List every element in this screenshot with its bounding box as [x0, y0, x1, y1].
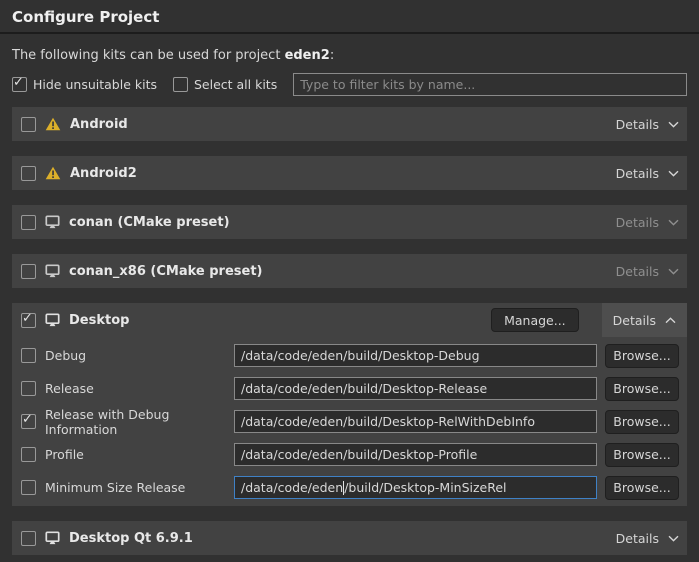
config-checkbox[interactable]	[21, 447, 36, 462]
hide-unsuitable-kits-checkbox[interactable]	[12, 77, 27, 92]
chevron-down-icon	[668, 535, 679, 542]
config-row-minsizerel: Minimum Size Release /data/code/eden/bui…	[21, 475, 679, 500]
kit-row-desktop-qt: Desktop Qt 6.9.1 Details	[12, 521, 687, 555]
browse-button[interactable]: Browse...	[605, 476, 679, 500]
details-button: Details	[616, 215, 679, 230]
warning-icon	[45, 166, 61, 180]
select-all-kits-checkbox[interactable]	[173, 77, 188, 92]
build-path-input[interactable]: /data/code/eden/build/Desktop-RelWithDeb…	[234, 410, 597, 433]
hide-unsuitable-kits-option[interactable]: Hide unsuitable kits	[12, 77, 157, 92]
config-label: Profile	[45, 447, 84, 462]
kit-row-android: Android Details	[12, 107, 687, 141]
chevron-down-icon	[668, 121, 679, 128]
details-button[interactable]: Details	[602, 303, 687, 337]
kit-list: Android Details Android2 Details c	[12, 107, 687, 555]
kit-name: Desktop Qt 6.9.1	[69, 531, 193, 546]
desktop-icon	[45, 313, 60, 327]
kit-name: Desktop	[69, 313, 129, 328]
kit-checkbox[interactable]	[21, 531, 36, 546]
intro-text: The following kits can be used for proje…	[12, 48, 687, 63]
details-label: Details	[616, 117, 659, 132]
details-label: Details	[616, 166, 659, 181]
manage-button[interactable]: Manage...	[491, 308, 579, 332]
browse-button[interactable]: Browse...	[605, 410, 679, 434]
config-row-relwithdebinfo: Release with Debug Information /data/cod…	[21, 409, 679, 434]
kit-filter-input[interactable]	[293, 73, 687, 96]
page-header: Configure Project	[0, 0, 699, 34]
browse-button[interactable]: Browse...	[605, 443, 679, 467]
page-title: Configure Project	[0, 0, 699, 32]
desktop-icon	[45, 264, 60, 278]
config-label: Debug	[45, 348, 86, 363]
config-row-release: Release /data/code/eden/build/Desktop-Re…	[21, 376, 679, 401]
warning-icon	[45, 117, 61, 131]
content: The following kits can be used for proje…	[0, 48, 699, 555]
config-label: Release	[45, 381, 94, 396]
build-config-list: Debug /data/code/eden/build/Desktop-Debu…	[12, 337, 687, 500]
details-label: Details	[616, 264, 659, 279]
chevron-down-icon	[668, 170, 679, 177]
chevron-down-icon	[668, 268, 679, 275]
kit-row-desktop: Desktop Manage... Details Debug /data/co…	[12, 303, 687, 506]
build-path-input[interactable]: /data/code/eden/build/Desktop-Debug	[234, 344, 597, 367]
kit-header: Desktop Manage... Details	[12, 303, 687, 337]
kit-row-conan: conan (CMake preset) Details	[12, 205, 687, 239]
details-button[interactable]: Details	[616, 531, 679, 546]
kit-name: conan (CMake preset)	[69, 215, 230, 230]
config-label: Minimum Size Release	[45, 480, 185, 495]
select-all-kits-label: Select all kits	[194, 77, 277, 92]
hide-unsuitable-kits-label: Hide unsuitable kits	[33, 77, 157, 92]
kit-checkbox[interactable]	[21, 117, 36, 132]
config-checkbox[interactable]	[21, 381, 36, 396]
project-name: eden2	[285, 48, 330, 63]
kit-checkbox[interactable]	[21, 264, 36, 279]
chevron-down-icon	[668, 219, 679, 226]
kit-name: conan_x86 (CMake preset)	[69, 264, 263, 279]
config-label: Release with Debug Information	[45, 407, 234, 437]
kit-name: Android	[70, 117, 128, 132]
details-label: Details	[613, 313, 656, 328]
build-path-input-focused[interactable]: /data/code/eden/build/Desktop-MinSizeRel	[234, 476, 597, 499]
config-checkbox[interactable]	[21, 348, 36, 363]
kit-name: Android2	[70, 166, 137, 181]
build-path-input[interactable]: /data/code/eden/build/Desktop-Release	[234, 377, 597, 400]
kit-checkbox[interactable]	[21, 215, 36, 230]
kit-checkbox[interactable]	[21, 166, 36, 181]
select-all-kits-option[interactable]: Select all kits	[173, 77, 277, 92]
build-path-input[interactable]: /data/code/eden/build/Desktop-Profile	[234, 443, 597, 466]
details-button[interactable]: Details	[616, 117, 679, 132]
config-checkbox[interactable]	[21, 480, 36, 495]
filter-row: Hide unsuitable kits Select all kits	[12, 73, 687, 96]
kit-checkbox[interactable]	[21, 313, 36, 328]
config-row-profile: Profile /data/code/eden/build/Desktop-Pr…	[21, 442, 679, 467]
browse-button[interactable]: Browse...	[605, 344, 679, 368]
config-checkbox[interactable]	[21, 414, 36, 429]
desktop-icon	[45, 531, 60, 545]
details-button[interactable]: Details	[616, 166, 679, 181]
desktop-icon	[45, 215, 60, 229]
browse-button[interactable]: Browse...	[605, 377, 679, 401]
details-button: Details	[616, 264, 679, 279]
chevron-up-icon	[665, 317, 676, 324]
kit-row-conan-x86: conan_x86 (CMake preset) Details	[12, 254, 687, 288]
details-label: Details	[616, 215, 659, 230]
details-label: Details	[616, 531, 659, 546]
kit-row-android2: Android2 Details	[12, 156, 687, 190]
config-row-debug: Debug /data/code/eden/build/Desktop-Debu…	[21, 343, 679, 368]
